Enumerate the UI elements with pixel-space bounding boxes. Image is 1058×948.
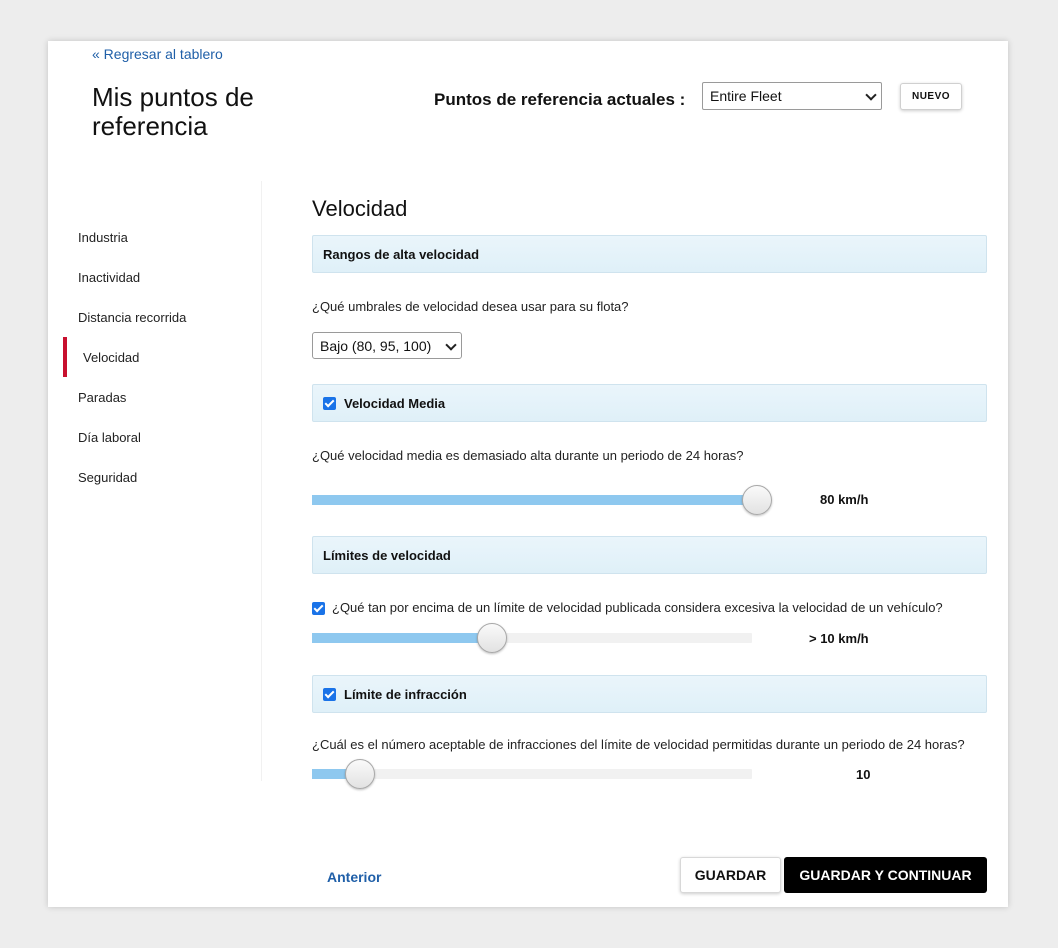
infraction-slider-thumb[interactable] bbox=[345, 759, 375, 789]
chevron-down-icon bbox=[865, 89, 877, 101]
average-speed-slider[interactable] bbox=[312, 485, 772, 515]
previous-link[interactable]: Anterior bbox=[327, 869, 381, 885]
speed-limit-slider[interactable] bbox=[312, 623, 752, 653]
high-speed-panel: Rangos de alta velocidad bbox=[312, 235, 987, 273]
average-speed-question: ¿Qué velocidad media es demasiado alta d… bbox=[312, 448, 744, 463]
sidebar-item-distancia[interactable]: Distancia recorrida bbox=[78, 310, 186, 325]
speed-threshold-value: Bajo (80, 95, 100) bbox=[320, 338, 432, 354]
sidebar-item-paradas[interactable]: Paradas bbox=[78, 390, 126, 405]
sidebar-item-industria[interactable]: Industria bbox=[78, 230, 128, 245]
infraction-limit-panel-label: Límite de infracción bbox=[344, 687, 467, 702]
average-speed-panel: Velocidad Media bbox=[312, 384, 987, 422]
fleet-select-value: Entire Fleet bbox=[710, 88, 782, 104]
threshold-question: ¿Qué umbrales de velocidad desea usar pa… bbox=[312, 299, 629, 314]
chevron-down-icon bbox=[445, 339, 457, 351]
average-speed-checkbox[interactable] bbox=[323, 397, 336, 410]
page-title: Mis puntos de referencia bbox=[92, 82, 254, 141]
speed-limits-panel-label: Límites de velocidad bbox=[323, 548, 451, 563]
speed-limit-checkbox[interactable] bbox=[312, 602, 325, 615]
speed-limits-panel: Límites de velocidad bbox=[312, 536, 987, 574]
infraction-value: 10 bbox=[856, 767, 871, 782]
fleet-select[interactable]: Entire Fleet bbox=[702, 82, 882, 110]
infraction-limit-checkbox[interactable] bbox=[323, 688, 336, 701]
back-to-dashboard-link[interactable]: « Regresar al tablero bbox=[92, 46, 223, 62]
current-benchmark-label: Puntos de referencia actuales : bbox=[434, 90, 686, 109]
sidebar-item-dia-laboral[interactable]: Día laboral bbox=[78, 430, 141, 445]
speed-limit-slider-thumb[interactable] bbox=[477, 623, 507, 653]
infraction-slider[interactable] bbox=[312, 759, 752, 789]
average-speed-slider-thumb[interactable] bbox=[742, 485, 772, 515]
section-title: Velocidad bbox=[312, 196, 408, 221]
average-speed-panel-label: Velocidad Media bbox=[344, 396, 446, 411]
sidebar-item-inactividad[interactable]: Inactividad bbox=[78, 270, 140, 285]
high-speed-panel-label: Rangos de alta velocidad bbox=[323, 247, 480, 262]
infraction-limit-panel: Límite de infracción bbox=[312, 675, 987, 713]
active-indicator bbox=[63, 337, 67, 377]
benchmarks-card: « Regresar al tablero Mis puntos de refe… bbox=[48, 41, 1008, 907]
new-benchmark-button[interactable]: NUEVO bbox=[900, 83, 962, 110]
speed-limit-question: ¿Qué tan por encima de un límite de velo… bbox=[332, 600, 943, 615]
sidebar-nav: Industria Inactividad Distancia recorrid… bbox=[62, 181, 262, 781]
sidebar-item-seguridad[interactable]: Seguridad bbox=[78, 470, 137, 485]
sidebar-item-velocidad[interactable]: Velocidad bbox=[83, 350, 139, 365]
infraction-question: ¿Cuál es el número aceptable de infracci… bbox=[312, 737, 965, 752]
average-speed-slider-fill bbox=[312, 495, 757, 505]
save-and-continue-button[interactable]: GUARDAR Y CONTINUAR bbox=[784, 857, 987, 893]
speed-limit-value: > 10 km/h bbox=[809, 631, 869, 646]
speed-threshold-select[interactable]: Bajo (80, 95, 100) bbox=[312, 332, 462, 359]
save-button[interactable]: GUARDAR bbox=[680, 857, 781, 893]
average-speed-value: 80 km/h bbox=[820, 492, 869, 507]
speed-limit-slider-fill bbox=[312, 633, 492, 643]
